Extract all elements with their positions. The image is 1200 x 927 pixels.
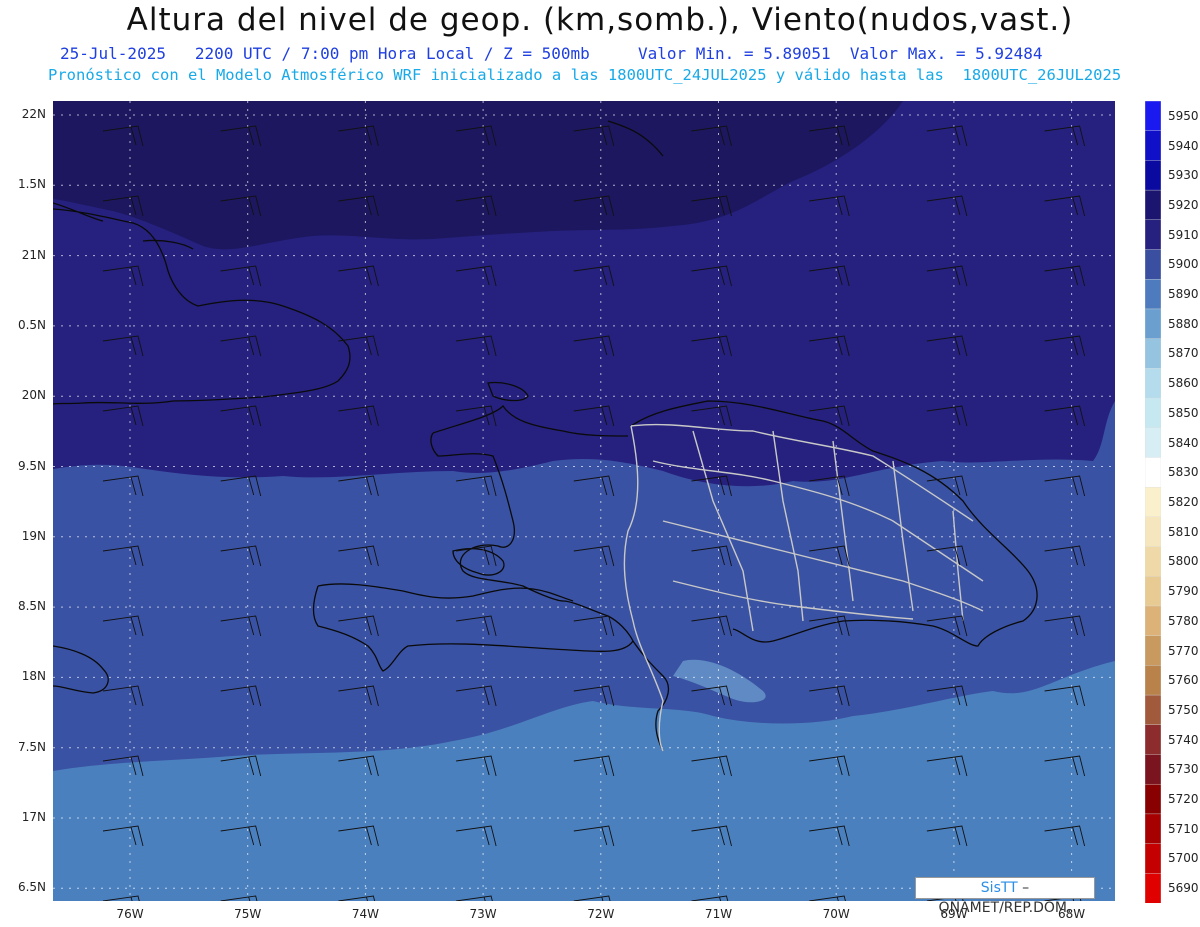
credit-brand: SisTT [980, 880, 1018, 896]
colorbar-swatch [1145, 279, 1161, 310]
lat-label: 8.5N [17, 599, 46, 614]
colorbar-label: 5950 [1168, 108, 1199, 123]
colorbar-label: 5730 [1168, 762, 1199, 777]
map-title: Altura del nivel de geop. (km,somb.), Vi… [126, 2, 1074, 38]
lon-label: 71W [704, 907, 733, 921]
colorbar-swatch [1145, 338, 1161, 370]
lon-label: 70W [822, 907, 850, 921]
colorbar-swatch [1145, 397, 1161, 429]
colorbar-swatch [1145, 249, 1161, 280]
colorbar-label: 5830 [1168, 465, 1199, 480]
lon-label: 73W [469, 907, 497, 921]
colorbar-label: 5870 [1168, 346, 1199, 361]
colorbar-label: 5940 [1168, 138, 1199, 153]
lat-label: 1.5N [17, 177, 46, 192]
credit-box: SisTT – ONAMET/REP.DOM. [915, 877, 1095, 916]
lat-label: 0.5N [17, 317, 46, 332]
colorbar-swatch [1145, 427, 1161, 459]
colorbar-swatch [1145, 813, 1161, 845]
colorbar-label: 5880 [1168, 316, 1199, 331]
colorbar-swatch [1145, 576, 1161, 607]
colorbar-swatch [1145, 486, 1161, 518]
colorbar-label: 5760 [1168, 673, 1199, 688]
lat-label: 21N [21, 247, 46, 262]
colorbar-label: 5850 [1168, 405, 1199, 420]
colorbar-label: 5920 [1168, 197, 1199, 212]
colorbar-label: 5770 [1168, 643, 1199, 658]
colorbar-swatch [1145, 605, 1161, 637]
lon-label: 75W [234, 907, 262, 921]
colorbar [1145, 101, 1161, 903]
height-contour-fill [53, 101, 1115, 901]
colorbar-label: 5750 [1168, 702, 1199, 717]
colorbar-swatch [1145, 101, 1161, 132]
lat-label: 6.5N [17, 880, 46, 895]
colorbar-label: 5690 [1168, 881, 1199, 896]
colorbar-label: 5780 [1168, 613, 1199, 628]
colorbar-swatch [1145, 783, 1161, 815]
colorbar-label: 5910 [1168, 227, 1199, 242]
colorbar-label: 5700 [1168, 851, 1199, 866]
colorbar-swatch [1145, 754, 1161, 785]
lat-label: 9.5N [17, 458, 46, 473]
lat-label: 20N [21, 388, 46, 403]
colorbar-label: 5900 [1168, 257, 1199, 272]
colorbar-swatch [1145, 189, 1161, 221]
colorbar-swatch [1145, 368, 1161, 399]
lon-label: 74W [351, 907, 379, 921]
colorbar-label: 5840 [1168, 435, 1199, 450]
colorbar-label: 5890 [1168, 287, 1199, 302]
colorbar-swatch [1145, 219, 1161, 251]
colorbar-swatch [1145, 724, 1161, 756]
lat-label: 22N [21, 107, 46, 121]
lat-label: 7.5N [17, 739, 46, 754]
colorbar-swatch [1145, 873, 1161, 903]
colorbar-label: 5860 [1168, 376, 1199, 391]
colorbar-swatch [1145, 665, 1161, 696]
colorbar-swatch [1145, 308, 1161, 340]
colorbar-swatch [1145, 635, 1161, 667]
lon-label: 76W [116, 907, 144, 921]
colorbar-label: 5790 [1168, 584, 1199, 599]
lat-label: 19N [21, 528, 46, 543]
colorbar-label: 5720 [1168, 792, 1199, 807]
subtitle-model-info: Pronóstico con el Modelo Atmosférico WRF… [48, 66, 1122, 84]
colorbar-swatch [1145, 843, 1161, 874]
subtitle-valid-time: 25-Jul-2025 2200 UTC / 7:00 pm Hora Loca… [60, 44, 1043, 63]
colorbar-label: 5710 [1168, 821, 1199, 836]
colorbar-swatch [1145, 516, 1161, 548]
lat-label: 17N [21, 810, 46, 824]
colorbar-label: 5740 [1168, 732, 1199, 747]
lon-label: 72W [587, 907, 615, 921]
geopotential-map [53, 101, 1115, 901]
colorbar-swatch [1145, 546, 1161, 577]
colorbar-label: 5800 [1168, 554, 1199, 569]
colorbar-label: 5930 [1168, 168, 1199, 183]
colorbar-swatch [1145, 457, 1161, 488]
colorbar-label: 5820 [1168, 495, 1199, 509]
colorbar-swatch [1145, 694, 1161, 726]
colorbar-label: 5810 [1168, 524, 1199, 539]
lat-label: 18N [21, 669, 46, 684]
colorbar-swatch [1145, 160, 1161, 191]
colorbar-swatch [1145, 130, 1161, 162]
